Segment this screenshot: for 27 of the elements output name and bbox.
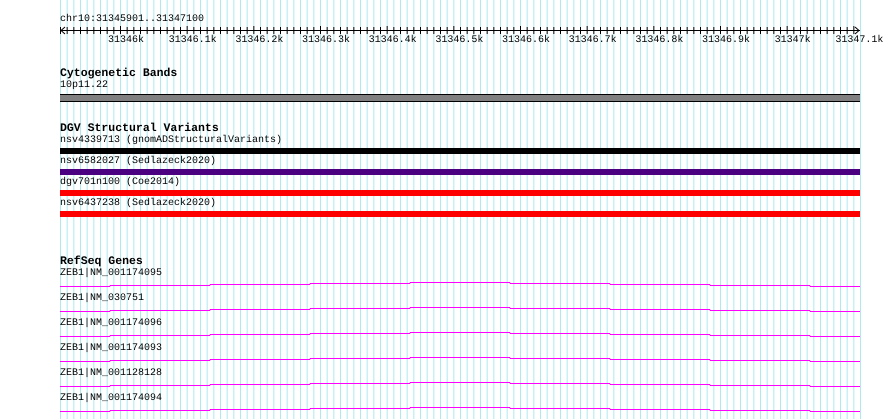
gene-label: ZEB1|NM_001128128 xyxy=(60,368,162,380)
scale-tick-label: 31347k xyxy=(774,35,811,47)
gene-label: ZEB1|NM_001174093 xyxy=(60,343,162,355)
scale-tick-label: 31346.6k xyxy=(502,35,550,47)
variant-label: nsv6437238 (Sedlazeck2020) xyxy=(60,198,216,210)
variant-label: nsv4339713 (gnomADStructuralVariants) xyxy=(60,135,282,147)
gene-label: ZEB1|NM_030751 xyxy=(60,293,144,305)
scale-tick-label: 31346.9k xyxy=(702,35,750,47)
scale-tick-label: 31347.1k xyxy=(835,35,884,47)
track-title: RefSeq Genes xyxy=(60,256,143,268)
gene-label: ZEB1|NM_001174094 xyxy=(60,393,162,405)
variant-label: dgv701n100 (Coe2014) xyxy=(60,177,180,189)
variant-label: nsv6582027 (Sedlazeck2020) xyxy=(60,156,216,168)
gene-label: ZEB1|NM_001174096 xyxy=(60,318,162,330)
scale-tick-label: 31346.8k xyxy=(635,35,684,47)
gene-label: ZEB1|NM_001174095 xyxy=(60,268,162,280)
scale-tick-label: 31346.5k xyxy=(435,35,484,47)
track-title: DGV Structural Variants xyxy=(60,123,219,135)
locus-label: chr10:31345901..31347100 xyxy=(60,14,204,26)
scale-tick-label: 31346.4k xyxy=(368,35,417,47)
scale-tick-label: 31346.2k xyxy=(235,35,284,47)
scale-tick-label: 31346.3k xyxy=(302,35,350,47)
band-label: 10p11.22 xyxy=(60,80,108,92)
track-title: Cytogenetic Bands xyxy=(60,68,178,80)
scale-tick-label: 31346.1k xyxy=(168,35,217,47)
scale-tick-label: 31346k xyxy=(108,35,144,47)
scale-tick-label: 31346.7k xyxy=(568,35,617,47)
